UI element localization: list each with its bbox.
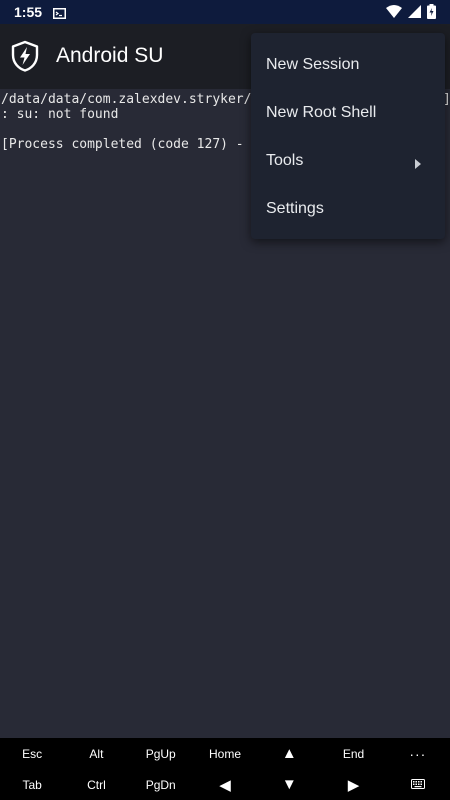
- key-arrow-left[interactable]: ◀: [193, 769, 257, 800]
- menu-item-label: Tools: [266, 152, 304, 169]
- menu-item-tools[interactable]: Tools: [251, 137, 445, 185]
- terminal-notification-icon: [53, 6, 66, 24]
- battery-icon: [427, 4, 436, 24]
- menu-item-new-root-shell[interactable]: New Root Shell: [251, 89, 445, 137]
- key-more[interactable]: ···: [386, 738, 450, 769]
- key-end[interactable]: End: [321, 738, 385, 769]
- menu-item-label: New Root Shell: [266, 104, 377, 121]
- terminal-line: [Process completed (code 127) - pr: [1, 137, 268, 152]
- status-time: 1:55: [14, 4, 43, 20]
- key-keyboard-toggle[interactable]: [386, 769, 450, 800]
- menu-item-new-session[interactable]: New Session: [251, 41, 445, 89]
- wifi-icon: [386, 5, 402, 23]
- overflow-menu: New Session New Root Shell Tools Setting…: [251, 33, 445, 239]
- terminal-line: : su: not found: [1, 107, 119, 122]
- status-icons: [386, 4, 436, 24]
- menu-item-settings[interactable]: Settings: [251, 185, 445, 233]
- key-tab[interactable]: Tab: [0, 769, 64, 800]
- key-esc[interactable]: Esc: [0, 738, 64, 769]
- key-arrow-right[interactable]: ▶: [321, 769, 385, 800]
- app-title: Android SU: [56, 44, 164, 67]
- menu-item-label: Settings: [266, 200, 324, 217]
- key-pgup[interactable]: PgUp: [129, 738, 193, 769]
- shield-lightning-icon: [10, 40, 40, 72]
- extra-keys-bar: Esc Alt PgUp Home ▲ End ··· Tab Ctrl PgD…: [0, 738, 450, 800]
- key-home[interactable]: Home: [193, 738, 257, 769]
- terminal-line: /data/data/com.zalexdev.stryker/fi: [1, 92, 268, 107]
- submenu-arrow-icon: [415, 156, 421, 174]
- key-ctrl[interactable]: Ctrl: [64, 769, 128, 800]
- status-bar: 1:55: [0, 0, 450, 24]
- key-alt[interactable]: Alt: [64, 738, 128, 769]
- key-arrow-up[interactable]: ▲: [257, 738, 321, 769]
- menu-item-label: New Session: [266, 56, 360, 73]
- key-pgdn[interactable]: PgDn: [129, 769, 193, 800]
- keyboard-icon: [410, 778, 425, 792]
- key-arrow-down[interactable]: ▼: [257, 769, 321, 800]
- cell-signal-icon: [408, 5, 421, 23]
